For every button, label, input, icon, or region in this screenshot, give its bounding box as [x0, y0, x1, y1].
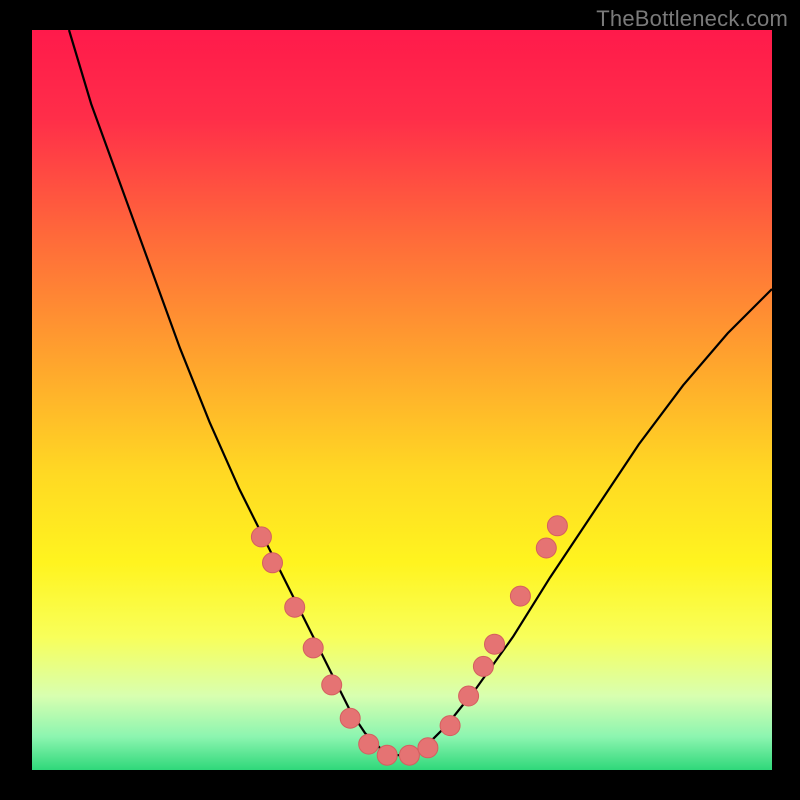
data-dot: [547, 516, 567, 536]
data-dot: [399, 745, 419, 765]
data-dot: [322, 675, 342, 695]
data-dot: [418, 738, 438, 758]
bottleneck-chart: [0, 0, 800, 800]
data-dot: [440, 716, 460, 736]
data-dot: [377, 745, 397, 765]
data-dot: [485, 634, 505, 654]
data-dot: [473, 656, 493, 676]
data-dot: [510, 586, 530, 606]
data-dot: [340, 708, 360, 728]
data-dot: [303, 638, 323, 658]
data-dot: [251, 527, 271, 547]
data-dot: [536, 538, 556, 558]
plot-background: [32, 30, 772, 770]
data-dot: [359, 734, 379, 754]
data-dot: [263, 553, 283, 573]
data-dot: [285, 597, 305, 617]
data-dot: [459, 686, 479, 706]
chart-frame: TheBottleneck.com: [0, 0, 800, 800]
watermark-text: TheBottleneck.com: [596, 6, 788, 32]
